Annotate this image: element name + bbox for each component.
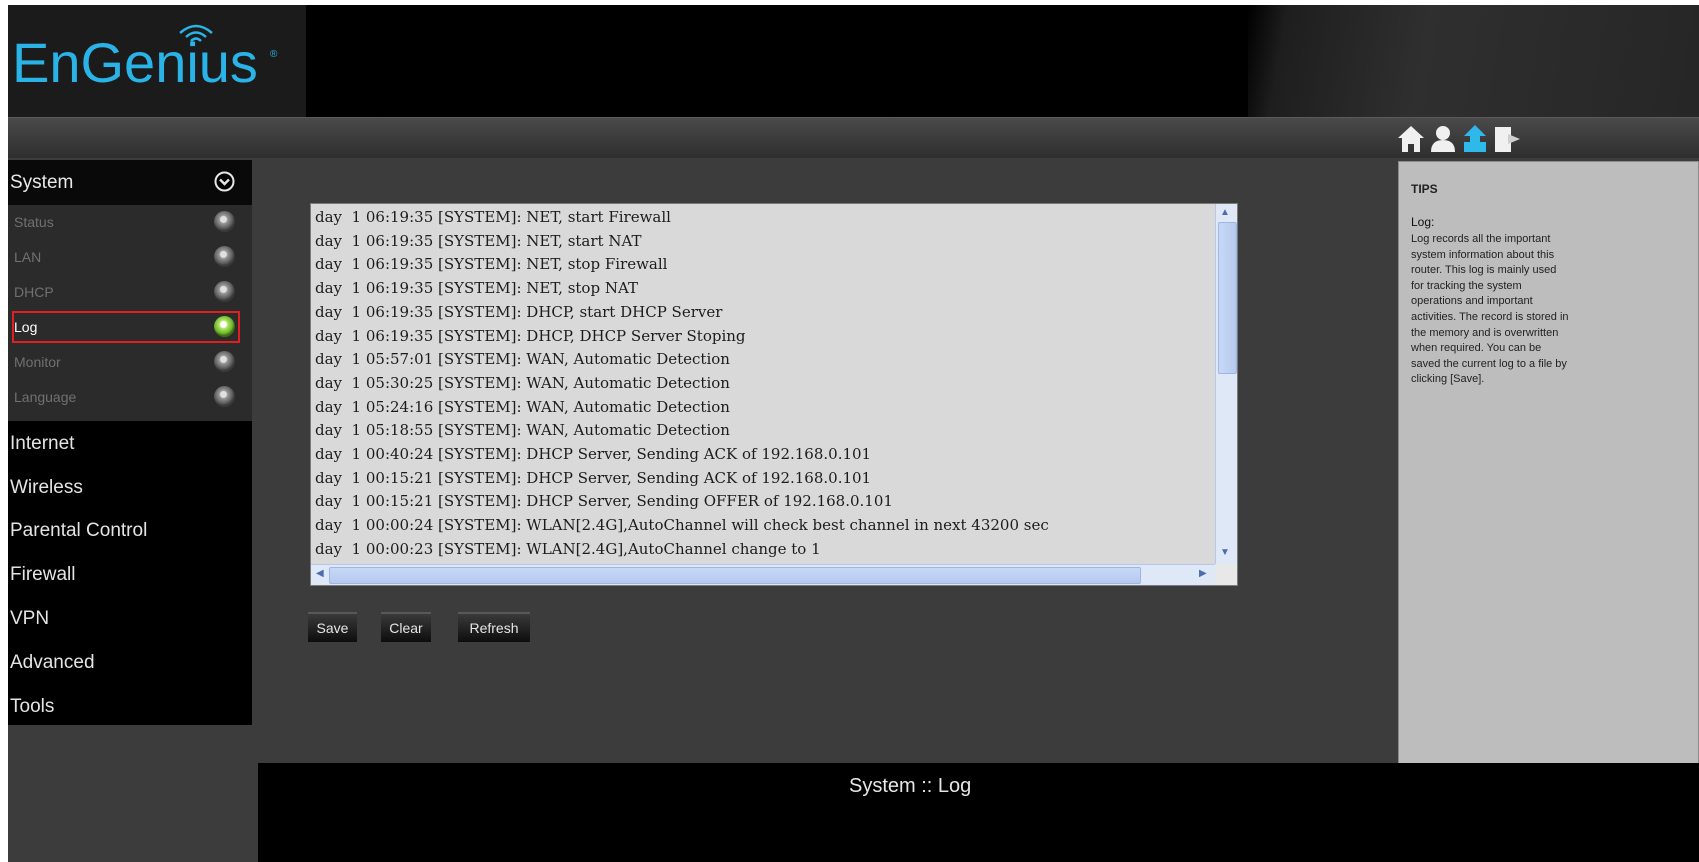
clear-button[interactable]: Clear <box>381 612 431 642</box>
sidebar-item-advanced[interactable]: Advanced <box>10 652 95 674</box>
wifi-icon <box>179 24 213 42</box>
sidebar-item-label: DHCP <box>14 284 54 300</box>
status-dot-icon <box>214 281 235 302</box>
refresh-button[interactable]: Refresh <box>458 612 530 642</box>
log-line: day 1 00:15:21 [SYSTEM]: DHCP Server, Se… <box>315 492 893 511</box>
log-line: day 1 05:18:55 [SYSTEM]: WAN, Automatic … <box>315 421 730 440</box>
scroll-up-icon[interactable]: ▲ <box>1220 207 1230 218</box>
log-line: day 1 05:30:25 [SYSTEM]: WAN, Automatic … <box>315 373 730 392</box>
sidebar-item-vpn[interactable]: VPN <box>10 608 49 630</box>
sidebar-item-wireless[interactable]: Wireless <box>10 477 83 499</box>
log-line: day 1 00:00:23 [SYSTEM]: WLAN[2.4G],Auto… <box>315 539 821 558</box>
active-highlight <box>12 311 240 343</box>
sidebar-item-tools[interactable]: Tools <box>10 696 54 718</box>
status-dot-icon <box>214 316 235 337</box>
sidebar-item-label: Status <box>14 214 54 230</box>
tips-subtitle: Log: <box>1411 215 1435 229</box>
tips-title: TIPS <box>1411 182 1438 196</box>
status-dot-icon <box>214 211 235 232</box>
log-line: day 1 06:19:35 [SYSTEM]: DHCP, DHCP Serv… <box>315 326 746 345</box>
upgrade-icon[interactable] <box>1460 122 1490 156</box>
log-line: day 1 06:19:35 [SYSTEM]: NET, stop NAT <box>315 279 638 298</box>
sidebar-item-internet[interactable]: Internet <box>10 433 74 455</box>
sidebar-item-parental-control[interactable]: Parental Control <box>10 520 147 542</box>
vertical-scroll-thumb[interactable] <box>1218 222 1237 374</box>
status-dot-icon <box>214 386 235 407</box>
log-line: day 1 06:19:35 [SYSTEM]: NET, start Fire… <box>315 208 671 226</box>
log-line: day 1 00:15:21 [SYSTEM]: DHCP Server, Se… <box>315 468 872 487</box>
sidebar-item-label: Log <box>14 319 38 335</box>
sidebar: System Status LAN DHCP Log Monitor Langu… <box>8 160 252 725</box>
sidebar-item-firewall[interactable]: Firewall <box>10 564 75 586</box>
footer: System :: Log <box>258 763 1699 862</box>
status-dot-icon <box>214 351 235 372</box>
sidebar-item-dhcp[interactable]: DHCP <box>8 275 252 309</box>
sidebar-section-label: System <box>10 172 74 193</box>
log-line: day 1 05:57:01 [SYSTEM]: WAN, Automatic … <box>315 350 730 369</box>
scroll-corner <box>1215 564 1237 585</box>
router-admin-frame: EnGenius ® System Status LAN DHCP Log Mo… <box>8 5 1699 862</box>
status-dot-icon <box>214 246 235 267</box>
header: EnGenius ® <box>8 5 1699 117</box>
tips-body: Log records all the important system inf… <box>1411 233 1569 386</box>
chevron-down-icon[interactable] <box>214 171 235 192</box>
log-line: day 1 05:24:16 [SYSTEM]: WAN, Automatic … <box>315 397 730 416</box>
horizontal-scroll-thumb[interactable] <box>329 567 1141 584</box>
logo-area: EnGenius ® <box>8 5 306 117</box>
sidebar-submenu: Status LAN DHCP Log Monitor Language <box>8 205 252 421</box>
brand-logo: EnGenius <box>12 31 258 94</box>
home-icon[interactable] <box>1396 122 1426 156</box>
log-line: day 1 06:19:35 [SYSTEM]: NET, start NAT <box>315 231 642 250</box>
sidebar-item-label: LAN <box>14 249 42 265</box>
scroll-right-icon[interactable]: ▶ <box>1199 568 1207 579</box>
log-line: day 1 06:19:35 [SYSTEM]: NET, stop Firew… <box>315 255 668 274</box>
logout-icon[interactable] <box>1492 122 1522 156</box>
horizontal-scrollbar[interactable]: ◀ ▶ <box>311 564 1215 585</box>
registered-mark: ® <box>270 49 278 60</box>
sidebar-item-log[interactable]: Log <box>8 310 252 344</box>
tips-panel: TIPS Log: Log records all the important … <box>1398 161 1699 767</box>
log-lines: day 1 06:19:35 [SYSTEM]: NET, start Fire… <box>315 206 1215 562</box>
save-button[interactable]: Save <box>308 612 357 642</box>
breadcrumb: System :: Log <box>849 775 972 797</box>
sidebar-item-label: Monitor <box>14 354 61 370</box>
sidebar-section-system[interactable]: System <box>8 160 252 205</box>
sidebar-item-lan[interactable]: LAN <box>8 240 252 274</box>
user-icon[interactable] <box>1428 122 1458 156</box>
log-line: day 1 00:00:24 [SYSTEM]: WLAN[2.4G],Auto… <box>315 516 1049 535</box>
sidebar-item-monitor[interactable]: Monitor <box>8 345 252 379</box>
log-line: day 1 00:40:24 [SYSTEM]: DHCP Server, Se… <box>315 445 872 464</box>
sidebar-item-status[interactable]: Status <box>8 205 252 239</box>
scroll-left-icon[interactable]: ◀ <box>316 568 324 579</box>
log-textarea[interactable]: day 1 06:19:35 [SYSTEM]: NET, start Fire… <box>310 203 1238 586</box>
header-decoration <box>1248 5 1699 117</box>
vertical-scrollbar[interactable]: ▲ ▼ <box>1215 204 1237 564</box>
log-line: day 1 06:19:35 [SYSTEM]: DHCP, start DHC… <box>315 302 723 321</box>
sidebar-item-label: Language <box>14 389 77 405</box>
scroll-down-icon[interactable]: ▼ <box>1220 547 1230 558</box>
sidebar-item-language[interactable]: Language <box>8 380 252 414</box>
